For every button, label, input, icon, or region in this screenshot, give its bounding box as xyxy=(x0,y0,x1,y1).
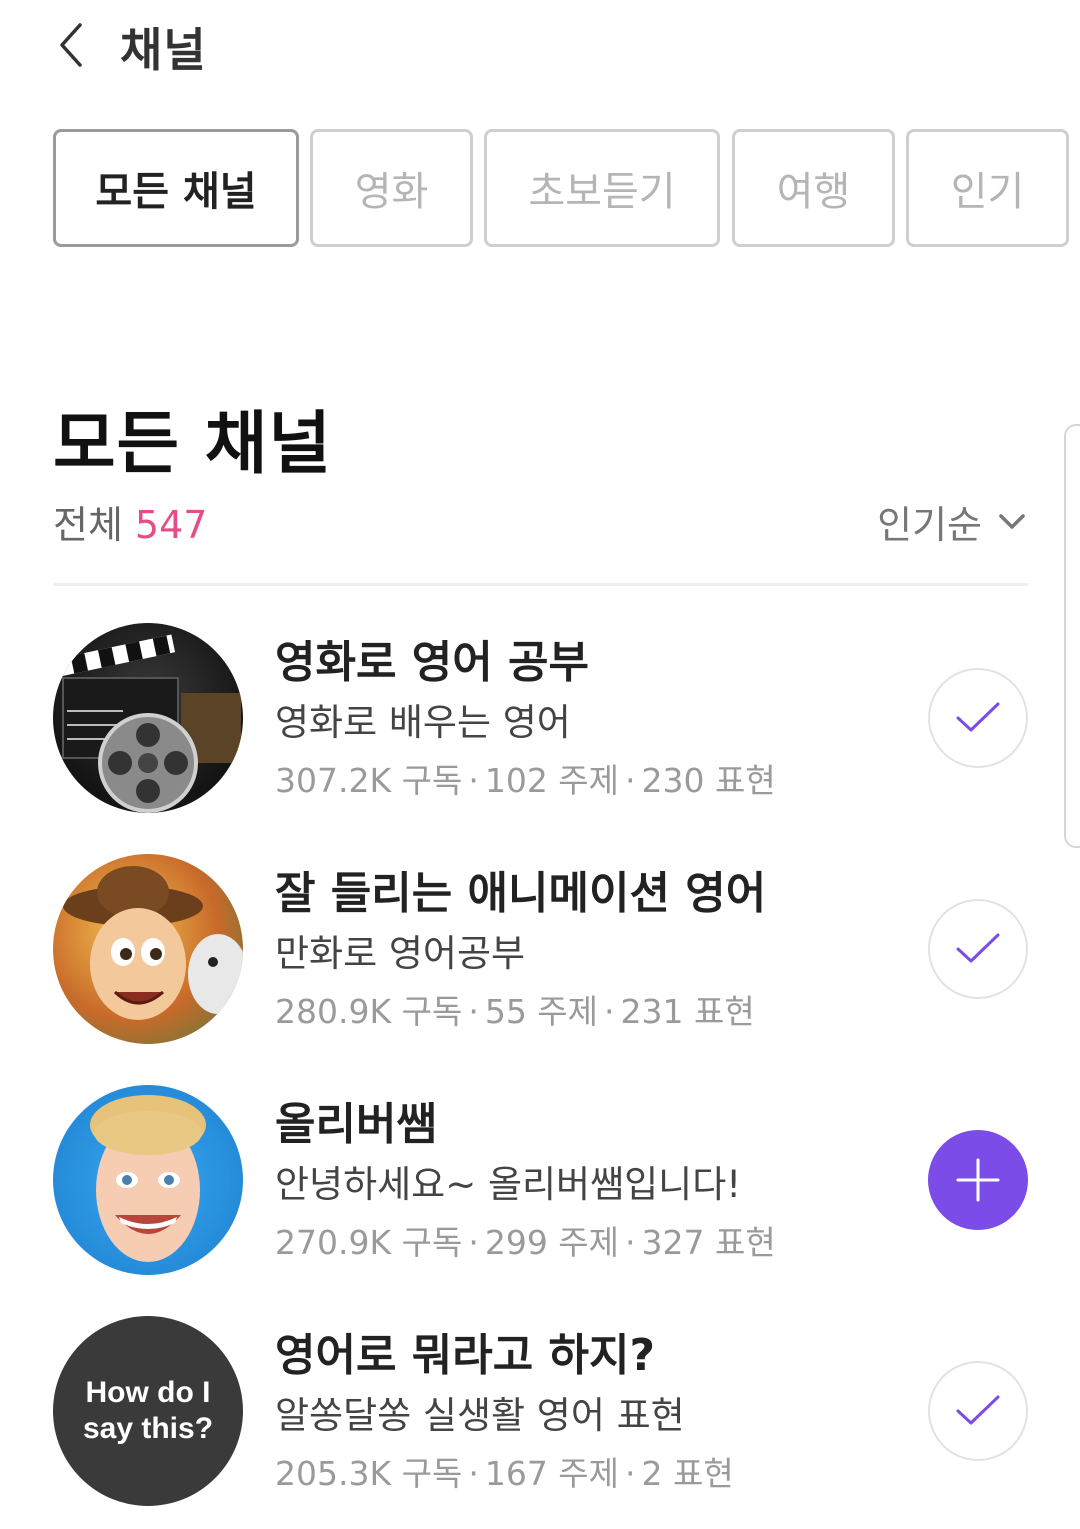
channel-item[interactable]: 잘 들리는 애니메이션 영어 만화로 영어공부 280.9K 구독 · 55 주제 ·… xyxy=(53,854,1028,1044)
tab-movies[interactable]: 영화 xyxy=(310,129,473,247)
topic-count: 299 주제 xyxy=(484,1223,620,1262)
page-title: 채널 xyxy=(120,23,207,77)
channel-avatar xyxy=(53,1085,243,1275)
subscriber-count: 205.3K 구독 xyxy=(275,1454,463,1493)
expression-count: 2 표현 xyxy=(641,1454,734,1493)
subscribe-button[interactable] xyxy=(928,1130,1028,1230)
category-tabs: 모든 채널 영화 초보듣기 여행 인기 xyxy=(53,129,1080,247)
count-label: 전체 xyxy=(53,503,123,547)
subscriber-count: 307.2K 구독 xyxy=(275,761,463,800)
channel-avatar: How do I say this? xyxy=(53,1316,243,1506)
channel-stats: 205.3K 구독 · 167 주제 · 2 표현 xyxy=(275,1454,734,1493)
tab-all-channels[interactable]: 모든 채널 xyxy=(53,129,299,247)
check-icon xyxy=(956,702,1000,732)
sort-label: 인기순 xyxy=(877,503,982,547)
film-clapper-icon xyxy=(58,634,241,813)
subscribed-button[interactable] xyxy=(928,1361,1028,1461)
channel-info: 올리버쌤 안녕하세요~ 올리버쌤입니다! 270.9K 구독 · 299 주제 · 32… xyxy=(275,1097,875,1265)
check-icon xyxy=(956,1395,1000,1425)
chevron-down-icon xyxy=(998,513,1026,531)
person-face-icon xyxy=(90,1095,206,1262)
topic-count: 102 주제 xyxy=(484,761,620,800)
scrollbar[interactable] xyxy=(1064,424,1080,848)
channel-avatar xyxy=(53,623,243,813)
channel-stats: 307.2K 구독 · 102 주제 · 230 표현 xyxy=(275,761,776,800)
divider xyxy=(53,583,1028,586)
expression-count: 231 표현 xyxy=(620,992,755,1031)
topic-count: 55 주제 xyxy=(484,992,599,1031)
tab-beginner-listening[interactable]: 초보듣기 xyxy=(484,129,720,247)
back-button[interactable] xyxy=(46,18,96,72)
expression-count: 230 표현 xyxy=(641,761,776,800)
topic-count: 167 주제 xyxy=(484,1454,620,1493)
subscribed-button[interactable] xyxy=(928,668,1028,768)
cartoon-character-icon xyxy=(63,866,243,1020)
tab-travel[interactable]: 여행 xyxy=(732,129,895,247)
check-icon xyxy=(956,933,1000,963)
channel-avatar xyxy=(53,854,243,1044)
channel-info: 영화로 영어 공부 영화로 배우는 영어 307.2K 구독 · 102 주제 · 23… xyxy=(275,635,875,803)
plus-icon xyxy=(956,1158,1000,1202)
channel-title: 올리버쌤 xyxy=(275,1099,437,1150)
channel-title: 잘 들리는 애니메이션 영어 xyxy=(275,868,767,919)
subscriber-count: 280.9K 구독 xyxy=(275,992,463,1031)
channel-stats: 270.9K 구독 · 299 주제 · 327 표현 xyxy=(275,1223,776,1262)
channel-item[interactable]: 올리버쌤 안녕하세요~ 올리버쌤입니다! 270.9K 구독 · 299 주제 · 32… xyxy=(53,1085,1028,1275)
tab-popular[interactable]: 인기 xyxy=(906,129,1069,247)
channel-description: 만화로 영어공부 xyxy=(275,932,526,975)
channel-item[interactable]: 영화로 영어 공부 영화로 배우는 영어 307.2K 구독 · 102 주제 · 23… xyxy=(53,623,1028,813)
channel-description: 영화로 배우는 영어 xyxy=(275,701,571,744)
subscribed-button[interactable] xyxy=(928,899,1028,999)
app-header: 채널 xyxy=(0,0,1080,100)
section-title: 모든 채널 xyxy=(53,405,332,484)
count-value: 547 xyxy=(134,503,208,547)
channel-description: 안녕하세요~ 올리버쌤입니다! xyxy=(275,1163,742,1206)
channel-title: 영화로 영어 공부 xyxy=(275,637,589,688)
subscriber-count: 270.9K 구독 xyxy=(275,1223,463,1262)
channels-page: 채널 모든 채널 영화 초보듣기 여행 인기 모든 채널 전체547 인기순 xyxy=(0,0,1080,1529)
chevron-left-icon xyxy=(60,23,82,67)
channel-info: 잘 들리는 애니메이션 영어 만화로 영어공부 280.9K 구독 · 55 주제 ·… xyxy=(275,866,875,1034)
channel-description: 알쏭달쏭 실생활 영어 표현 xyxy=(275,1394,685,1437)
channel-info: 영어로 뭐라고 하지? 알쏭달쏭 실생활 영어 표현 205.3K 구독 · 167… xyxy=(275,1328,875,1496)
channel-count: 전체 547 xyxy=(53,494,207,549)
expression-count: 327 표현 xyxy=(641,1223,776,1262)
sort-dropdown[interactable]: 인기순 xyxy=(877,494,1026,549)
channel-title: 영어로 뭐라고 하지? xyxy=(275,1330,655,1381)
channel-stats: 280.9K 구독 · 55 주제 · 231 표현 xyxy=(275,992,755,1031)
avatar-caption: How do I say this? xyxy=(82,1376,214,1445)
channel-item[interactable]: How do I say this? 영어로 뭐라고 하지? 알쏭달쏭 실생활 … xyxy=(53,1316,1028,1506)
